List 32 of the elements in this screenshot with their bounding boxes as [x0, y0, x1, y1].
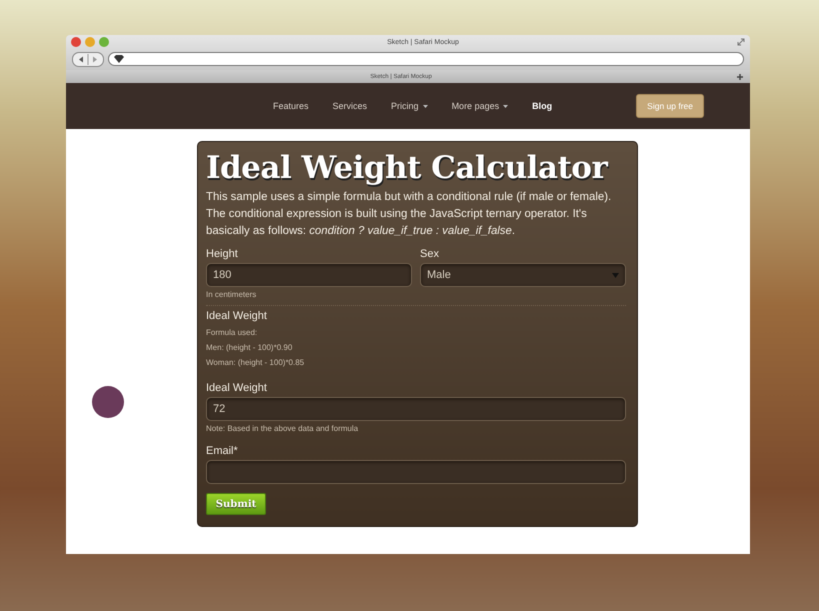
close-button[interactable]: [71, 37, 81, 47]
resize-icon[interactable]: [737, 38, 745, 46]
formula-text: Formula used:: [206, 327, 258, 339]
height-input[interactable]: 180: [206, 263, 412, 287]
back-forward-buttons[interactable]: [72, 52, 104, 66]
caret-icon: [422, 104, 428, 108]
formula-text: Woman: (height - 100)*0.85: [206, 357, 306, 369]
diamond-icon: [114, 55, 124, 63]
weight-result-field[interactable]: 72: [206, 397, 626, 421]
avatar: [92, 386, 124, 418]
section-label: Ideal Weight: [206, 310, 268, 322]
field-label: Height: [206, 248, 239, 260]
field-label: Email*: [206, 445, 239, 457]
help-text: Note: Based in the above data and formula: [206, 424, 360, 433]
nav-link[interactable]: Features: [273, 101, 309, 111]
description-text: This sample uses a simple formula but with a conditional rule (if male or female). The conditional expression is built using the JavaScript ternary operator. It's basically as follows: condition ? value_if_true : value_if_false.: [206, 190, 612, 239]
caret-icon: [503, 104, 508, 108]
field-label: Ideal Weight: [206, 382, 268, 394]
nav-link[interactable]: More pages: [452, 101, 508, 111]
email-input[interactable]: [206, 460, 626, 484]
zoom-button[interactable]: [99, 37, 109, 47]
nav-link[interactable]: Services: [332, 101, 368, 111]
field-label: Sex: [420, 248, 440, 260]
nav-link[interactable]: Pricing: [391, 101, 428, 111]
page-heading: Ideal Weight Calculator: [206, 150, 610, 186]
dropdown-arrow-icon: [612, 272, 619, 278]
help-text: In centimeters: [206, 290, 258, 299]
add-tab-icon[interactable]: [736, 72, 744, 80]
sex-dropdown[interactable]: Male: [420, 263, 626, 287]
formula-text: Men: (height - 100)*0.90: [206, 342, 294, 354]
address-bar[interactable]: [108, 52, 744, 66]
nav-link[interactable]: Blog: [532, 101, 552, 111]
